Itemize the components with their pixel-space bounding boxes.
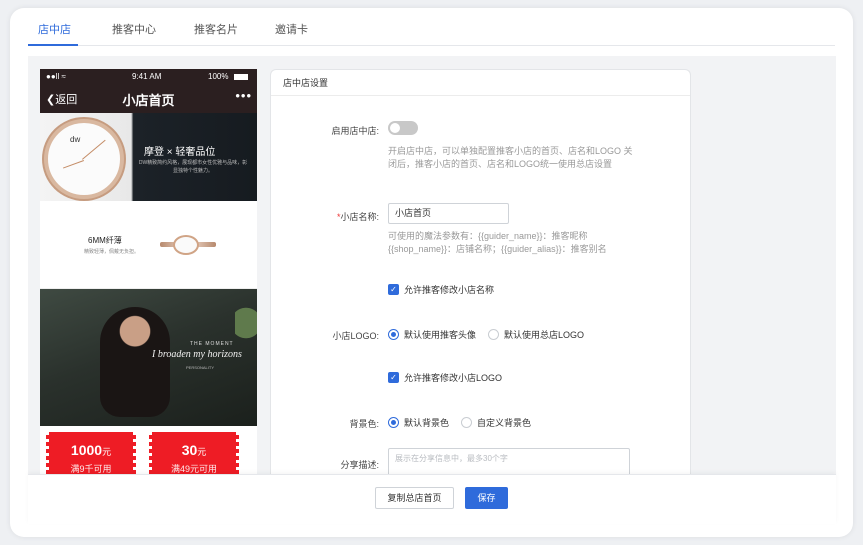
radio-bg-default[interactable]: 默认背景色 <box>388 416 449 429</box>
tab-promoter-card[interactable]: 推客名片 <box>194 21 238 37</box>
settings-panel: 店中店设置 启用店中店: 开启店中店，可以单独配置推客小店的首页、店名和LOGO… <box>270 69 691 474</box>
app-window: 店中店 推客中心 推客名片 邀请卡 ●●ll ≈ 9:41 AM 100% ❮返… <box>10 8 853 537</box>
radio-selected-icon <box>388 329 399 340</box>
radio-empty-icon <box>488 329 500 340</box>
phone-preview: ●●ll ≈ 9:41 AM 100% ❮返回 小店首页 ••• dw 摩登 ×… <box>40 69 257 474</box>
radio-logo-avatar[interactable]: 默认使用推客头像 <box>388 328 476 341</box>
coupon-card[interactable]: 1000元 满9千可用 <box>45 432 137 474</box>
coupon-amount: 1000元 <box>70 442 112 458</box>
check-icon: ✓ <box>388 284 399 295</box>
more-icon[interactable]: ••• <box>235 88 252 103</box>
banner1-subtitle: DW精致简约风格，展现都市女性优雅与品味，彰显独特个性魅力。 <box>138 160 248 174</box>
radio-empty-icon <box>461 417 473 428</box>
copy-store-home-button[interactable]: 复制总店首页 <box>375 487 454 509</box>
model-image <box>100 307 170 417</box>
phone-page-title: 小店首页 <box>122 93 175 108</box>
enable-toggle[interactable] <box>388 121 418 135</box>
active-tab-indicator <box>28 44 78 46</box>
radio-logo-store[interactable]: 默认使用总店LOGO <box>488 328 584 341</box>
allow-edit-logo-checkbox[interactable]: ✓ 允许推客修改小店LOGO <box>388 371 502 384</box>
banner1-title: 摩登 × 轻奢品位 <box>144 147 216 158</box>
share-description-textarea[interactable]: 展示在分享信息中，最多30个字 <box>388 448 630 474</box>
main-content: ●●ll ≈ 9:41 AM 100% ❮返回 小店首页 ••• dw 摩登 ×… <box>28 56 836 474</box>
radio-selected-icon <box>388 417 399 428</box>
logo-label: 小店LOGO: <box>332 331 379 341</box>
coupon-amount: 30元 <box>181 442 207 458</box>
radio-bg-custom[interactable]: 自定义背景色 <box>461 416 531 429</box>
watch-hand <box>82 139 106 160</box>
save-button[interactable]: 保存 <box>465 487 508 509</box>
background-label: 背景色: <box>349 419 379 429</box>
phone-header: ●●ll ≈ 9:41 AM 100% ❮返回 小店首页 ••• <box>40 69 257 113</box>
banner3-tag: PERSONALITY <box>186 365 215 370</box>
banner3-kicker: THE MOMENT <box>190 341 234 347</box>
tab-invite-card[interactable]: 邀请卡 <box>275 21 308 37</box>
coupon-condition: 满9千可用 <box>70 464 112 474</box>
allow-edit-name-checkbox[interactable]: ✓ 允许推客修改小店名称 <box>388 283 494 296</box>
enable-help: 开启店中店，可以单独配置推客小店的首页、店名和LOGO 关 闭后，推客小店的首页… <box>388 146 633 169</box>
status-time: 9:41 AM <box>132 72 162 81</box>
shop-name-input[interactable]: 小店首页 <box>388 203 509 224</box>
share-description-label: 分享描述: <box>340 460 379 470</box>
shop-name-help: 可使用的魔法参数有：{{guider_name}}：推客昵称 {{shop_na… <box>388 231 607 254</box>
signal-icon: ●●ll ≈ <box>46 72 66 81</box>
banner-model: THE MOMENT I broaden my horizons PERSONA… <box>40 289 257 426</box>
enable-label: 启用店中店: <box>331 126 379 136</box>
tab-promoter-center[interactable]: 推客中心 <box>112 21 156 37</box>
watch-hand <box>62 160 84 169</box>
battery-level: 100% <box>208 72 229 81</box>
tab-store-in-store[interactable]: 店中店 <box>38 21 71 37</box>
logo-radio-group: 默认使用推客头像 默认使用总店LOGO <box>388 328 584 341</box>
watch-brand: dw <box>70 135 81 144</box>
banner-watch-dark: dw 摩登 × 轻奢品位 DW精致简约风格，展现都市女性优雅与品味，彰显独特个性… <box>40 113 257 201</box>
footer-bar: 复制总店首页 保存 <box>28 474 836 524</box>
watch-image: dw <box>44 119 124 199</box>
banner2-subtitle: 精致轻薄，佩戴无负担。 <box>84 249 140 255</box>
banner-watch-light: 6MM纤薄 精致轻薄，佩戴无负担。 <box>40 201 257 289</box>
watch-image <box>173 235 199 255</box>
shop-name-label: *小店名称: <box>336 212 379 222</box>
coupon-row: 1000元 满9千可用 30元 满49元可用 <box>40 426 257 474</box>
panel-title: 店中店设置 <box>271 70 690 96</box>
tab-bar: 店中店 推客中心 推客名片 邀请卡 <box>28 8 835 46</box>
battery-icon <box>234 74 248 80</box>
check-icon: ✓ <box>388 372 399 383</box>
coupon-condition: 满49元可用 <box>170 464 217 474</box>
coupon-card[interactable]: 30元 满49元可用 <box>148 432 240 474</box>
banner2-title: 6MM纤薄 <box>88 236 122 245</box>
banner3-headline: I broaden my horizons <box>152 349 242 360</box>
background-radio-group: 默认背景色 自定义背景色 <box>388 416 531 429</box>
